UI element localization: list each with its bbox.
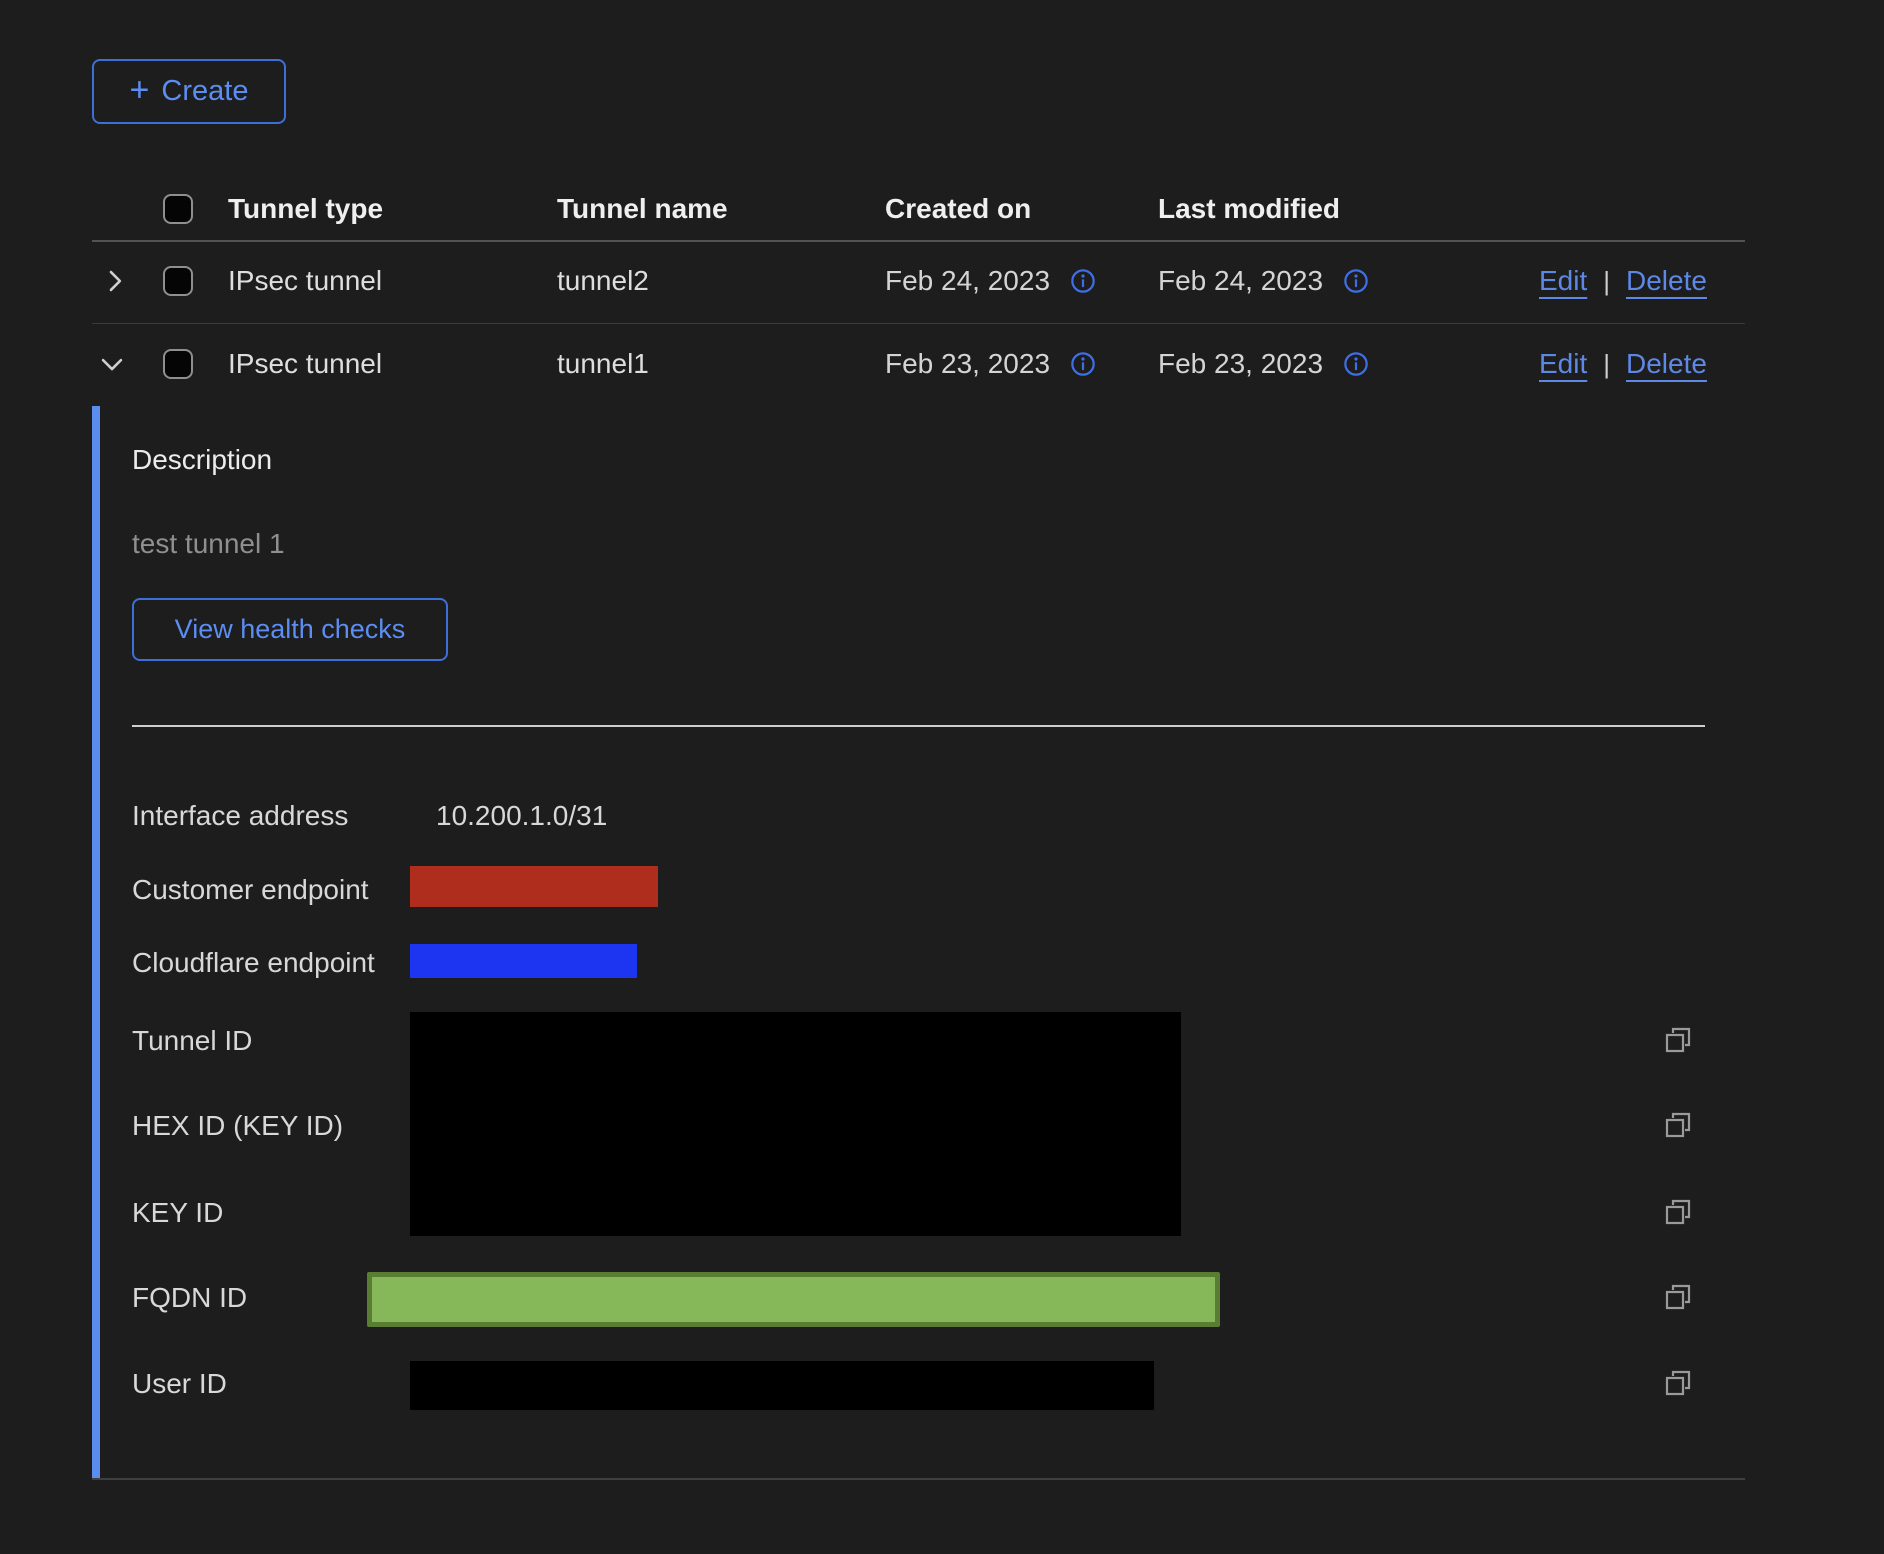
tunnel-name-cell: tunnel1 [557,348,649,380]
collapse-chevron-down-icon[interactable] [98,352,126,378]
row-divider [92,323,1745,324]
info-icon[interactable] [1343,268,1369,294]
delete-link[interactable]: Delete [1626,348,1707,380]
copy-icon [1662,1024,1694,1056]
last-modified-value: Feb 23, 2023 [1158,348,1323,380]
row-checkbox[interactable] [163,349,193,379]
create-button-label: Create [161,75,248,108]
copy-icon [1662,1367,1694,1399]
last-modified-header: Last modified [1158,193,1340,225]
copy-icon [1662,1196,1694,1228]
view-health-checks-button[interactable]: View health checks [132,598,448,661]
customer-endpoint-redaction [410,866,658,907]
created-on-value: Feb 23, 2023 [885,348,1050,380]
header-divider [92,240,1745,242]
key-id-label: KEY ID [132,1197,223,1229]
description-label: Description [132,444,272,476]
tunnel-type-cell: IPsec tunnel [228,265,382,297]
copy-icon [1662,1281,1694,1313]
tunnels-page: + Create Tunnel type Tunnel name Created… [0,0,1884,1554]
interface-address-label: Interface address [132,800,348,832]
copy-user-id-button[interactable] [1662,1367,1694,1399]
copy-fqdn-id-button[interactable] [1662,1281,1694,1313]
panel-bottom-divider [92,1478,1745,1480]
edit-link[interactable]: Edit [1539,348,1587,380]
user-id-redaction [410,1361,1154,1410]
copy-icon [1662,1109,1694,1141]
last-modified-cell: Feb 24, 2023 [1158,265,1369,297]
row-checkbox[interactable] [163,266,193,296]
tunnel-type-header: Tunnel type [228,193,383,225]
fqdn-id-label: FQDN ID [132,1282,247,1314]
detail-divider [132,725,1705,727]
user-id-label: User ID [132,1368,227,1400]
interface-address-value: 10.200.1.0/31 [436,800,607,832]
create-button[interactable]: + Create [92,59,286,124]
copy-hex-id-button[interactable] [1662,1109,1694,1141]
tunnel-type-cell: IPsec tunnel [228,348,382,380]
created-on-value: Feb 24, 2023 [885,265,1050,297]
expanded-row-accent-bar [92,406,100,1478]
created-on-cell: Feb 23, 2023 [885,348,1096,380]
info-icon[interactable] [1343,351,1369,377]
copy-tunnel-id-button[interactable] [1662,1024,1694,1056]
action-separator: | [1603,266,1610,297]
fqdn-id-redaction [367,1272,1220,1327]
expand-chevron-right-icon[interactable] [102,268,128,294]
last-modified-cell: Feb 23, 2023 [1158,348,1369,380]
select-all-checkbox[interactable] [163,194,193,224]
delete-link[interactable]: Delete [1626,265,1707,297]
info-icon[interactable] [1070,351,1096,377]
tunnel-name-cell: tunnel2 [557,265,649,297]
tunnel-id-label: Tunnel ID [132,1025,252,1057]
copy-key-id-button[interactable] [1662,1196,1694,1228]
created-on-header: Created on [885,193,1031,225]
row-actions: Edit | Delete [1539,265,1707,297]
tunnel-ids-redaction [410,1012,1181,1236]
cloudflare-endpoint-redaction [410,944,637,978]
cloudflare-endpoint-label: Cloudflare endpoint [132,947,375,979]
tunnel-name-header: Tunnel name [557,193,728,225]
info-icon[interactable] [1070,268,1096,294]
customer-endpoint-label: Customer endpoint [132,874,369,906]
row-actions: Edit | Delete [1539,348,1707,380]
description-value: test tunnel 1 [132,528,285,560]
created-on-cell: Feb 24, 2023 [885,265,1096,297]
action-separator: | [1603,349,1610,380]
edit-link[interactable]: Edit [1539,265,1587,297]
last-modified-value: Feb 24, 2023 [1158,265,1323,297]
plus-icon: + [130,73,150,107]
hex-id-label: HEX ID (KEY ID) [132,1110,343,1142]
